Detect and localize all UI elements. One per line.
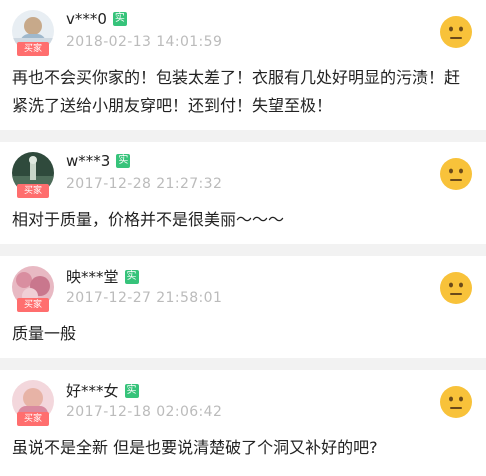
review-text: 质量一般 [12, 324, 77, 343]
name-row: v***0 实 [66, 10, 127, 28]
neutral-face-icon [440, 158, 472, 190]
username: w***3 [66, 152, 111, 170]
separator [0, 358, 486, 370]
user-avatar[interactable]: 买家 [12, 380, 54, 428]
username: v***0 [66, 10, 107, 28]
review-text: 再也不会买你家的！包装太差了！衣服有几处好明显的污渍！赶紧洗了送给小朋友穿吧！还… [12, 68, 461, 115]
verified-badge: 实 [124, 383, 139, 398]
review-text: 虽说不是全新 但是也要说清楚破了个洞又补好的吧? [12, 438, 378, 457]
review-header: 买家 w***3 实 2017-12-28 21:27:32 [12, 150, 472, 200]
review-date: 2017-12-27 21:58:01 [66, 290, 223, 306]
neutral-face-icon [440, 16, 472, 48]
review-date: 2018-02-13 14:01:59 [66, 34, 223, 50]
separator [0, 244, 486, 256]
review-item: 买家 v***0 实 2018-02-13 14:01:59 再也不会买你家的！… [0, 0, 486, 130]
review-item: 买家 好***女 实 2017-12-18 02:06:42 虽说不是全新 但是… [0, 370, 486, 472]
name-row: 好***女 实 [66, 380, 139, 401]
review-list: 买家 v***0 实 2018-02-13 14:01:59 再也不会买你家的！… [0, 0, 486, 472]
review-text: 相对于质量，价格并不是很美丽～～～ [12, 210, 285, 229]
buyer-badge: 买家 [17, 42, 49, 56]
username: 映***堂 [66, 268, 119, 286]
review-date: 2017-12-28 21:27:32 [66, 176, 223, 192]
separator [0, 130, 486, 142]
name-row: 映***堂 实 [66, 266, 139, 287]
review-header: 买家 v***0 实 2018-02-13 14:01:59 [12, 8, 472, 58]
user-avatar[interactable]: 买家 [12, 152, 54, 200]
username: 好***女 [66, 382, 119, 400]
user-avatar[interactable]: 买家 [12, 10, 54, 58]
buyer-badge: 买家 [17, 298, 49, 312]
verified-badge: 实 [112, 12, 127, 26]
verified-badge: 实 [116, 154, 131, 168]
name-row: w***3 实 [66, 152, 131, 170]
review-header: 买家 好***女 实 2017-12-18 02:06:42 [12, 378, 472, 428]
review-header: 买家 映***堂 实 2017-12-27 21:58:01 [12, 264, 472, 314]
review-item: 买家 w***3 实 2017-12-28 21:27:32 相对于质量，价格并… [0, 142, 486, 244]
user-avatar[interactable]: 买家 [12, 266, 54, 314]
buyer-badge: 买家 [17, 184, 49, 198]
neutral-face-icon [440, 386, 472, 418]
verified-badge: 实 [124, 269, 139, 284]
buyer-badge: 买家 [17, 412, 49, 426]
review-date: 2017-12-18 02:06:42 [66, 404, 223, 420]
neutral-face-icon [440, 272, 472, 304]
review-item: 买家 映***堂 实 2017-12-27 21:58:01 质量一般 [0, 256, 486, 358]
